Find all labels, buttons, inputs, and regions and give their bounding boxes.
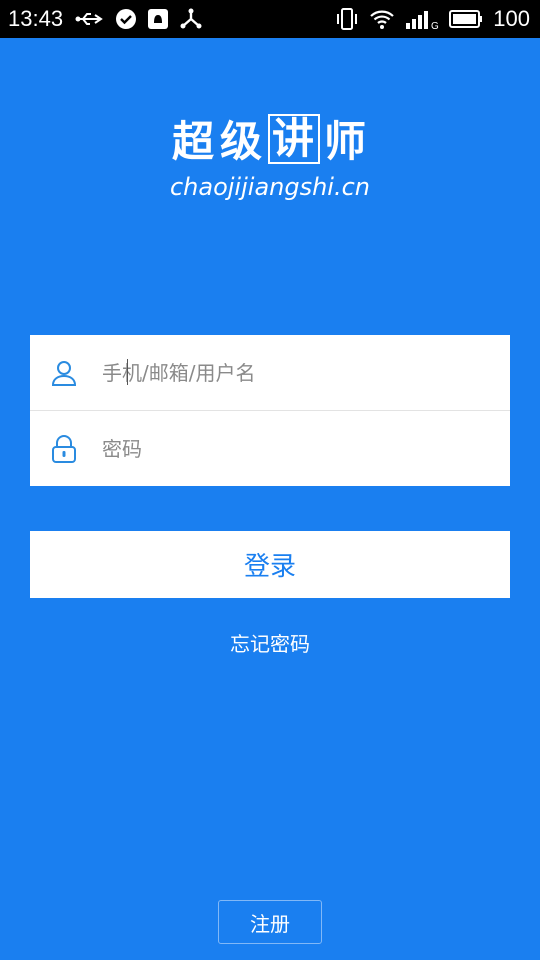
app-logo: 超 级 讲 师 chaojijiangshi.cn xyxy=(0,108,540,201)
battery-percent: 100 xyxy=(493,6,530,31)
status-right-icons: G 100 xyxy=(335,6,530,32)
signal-icon: G xyxy=(405,8,439,30)
svg-text:G: G xyxy=(431,21,439,30)
status-left-icons xyxy=(75,8,203,30)
notification-icon xyxy=(147,8,169,30)
logo-char: 师 xyxy=(324,117,369,166)
wifi-icon xyxy=(369,8,395,30)
register-button[interactable]: 注册 xyxy=(218,900,322,944)
logo-domain: chaojijiangshi.cn xyxy=(169,173,371,201)
password-row xyxy=(30,410,510,486)
forgot-password-link[interactable]: 忘记密码 xyxy=(0,628,540,657)
usb-icon xyxy=(75,11,105,27)
status-bar: 13:43 G 100 xyxy=(0,0,540,38)
login-button[interactable]: 登录 xyxy=(30,531,510,598)
share-icon xyxy=(179,8,203,30)
logo-title: 超 级 讲 师 xyxy=(0,108,540,169)
lock-icon xyxy=(50,434,78,463)
vibrate-icon xyxy=(335,7,359,31)
login-form xyxy=(30,335,510,486)
password-input[interactable] xyxy=(100,435,484,462)
check-circle-icon xyxy=(115,8,137,30)
username-input[interactable] xyxy=(100,359,484,386)
logo-char-boxed: 讲 xyxy=(268,113,321,164)
text-caret xyxy=(127,359,128,385)
battery-icon xyxy=(449,9,483,29)
username-row xyxy=(30,335,510,410)
status-time: 13:43 xyxy=(8,6,64,31)
logo-char: 级 xyxy=(219,117,264,166)
logo-char: 超 xyxy=(171,117,216,166)
user-icon xyxy=(50,359,78,387)
